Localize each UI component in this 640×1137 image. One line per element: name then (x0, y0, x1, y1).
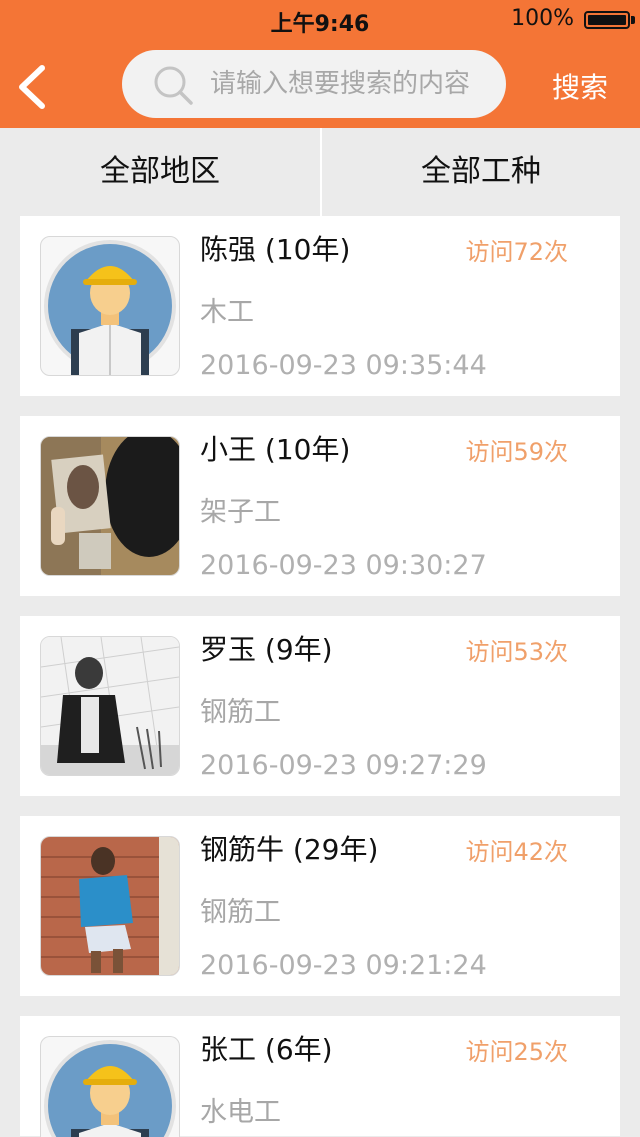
visit-count: 访问59次 (465, 438, 568, 466)
worker-name: 陈强 (10年) (200, 233, 351, 266)
search-icon (154, 66, 193, 105)
worker-trade: 钢筋工 (200, 697, 281, 728)
worker-avatar-icon (44, 240, 176, 375)
top-bar: 上午9:46 100% 搜索 (0, 0, 640, 128)
battery-icon (584, 11, 630, 29)
avatar (40, 1036, 180, 1137)
timestamp: 2016-09-23 09:27:29 (200, 750, 487, 781)
visit-count: 访问42次 (465, 838, 568, 866)
search-box[interactable] (122, 50, 506, 118)
visit-count: 访问53次 (465, 638, 568, 666)
photo-avatar-icon (41, 437, 179, 575)
worker-card[interactable]: 罗玉 (9年) 访问53次 钢筋工 2016-09-23 09:27:29 (20, 616, 620, 796)
back-button[interactable] (14, 62, 54, 112)
avatar (40, 436, 180, 576)
worker-trade: 钢筋工 (200, 897, 281, 928)
filter-bar: 全部地区 全部工种 (0, 128, 640, 216)
worker-card[interactable]: 张工 (6年) 访问25次 水电工 (20, 1016, 620, 1137)
chevron-left-icon (19, 65, 45, 109)
worker-name: 罗玉 (9年) (200, 633, 333, 666)
timestamp: 2016-09-23 09:35:44 (200, 350, 487, 381)
worker-card[interactable]: 钢筋牛 (29年) 访问42次 钢筋工 2016-09-23 09:21:24 (20, 816, 620, 996)
visit-count: 访问72次 (465, 238, 568, 266)
worker-trade: 架子工 (200, 497, 281, 528)
worker-card[interactable]: 陈强 (10年) 访问72次 木工 2016-09-23 09:35:44 (20, 216, 620, 396)
search-button[interactable]: 搜索 (552, 66, 608, 106)
region-filter[interactable]: 全部地区 (0, 128, 320, 216)
battery-tip (631, 16, 635, 24)
trade-filter[interactable]: 全部工种 (322, 128, 640, 216)
worker-trade: 水电工 (200, 1097, 281, 1128)
avatar (40, 636, 180, 776)
search-input[interactable] (210, 50, 500, 118)
avatar (40, 836, 180, 976)
photo-avatar-icon (41, 637, 179, 775)
timestamp: 2016-09-23 09:21:24 (200, 950, 487, 981)
worker-trade: 木工 (200, 297, 254, 328)
worker-name: 钢筋牛 (29年) (200, 833, 379, 866)
worker-name: 小王 (10年) (200, 433, 351, 466)
worker-card[interactable]: 小王 (10年) 访问59次 架子工 2016-09-23 09:30:27 (20, 416, 620, 596)
worker-name: 张工 (6年) (200, 1033, 333, 1066)
photo-avatar-icon (41, 837, 179, 975)
battery-percent: 100% (511, 6, 574, 31)
status-bar: 上午9:46 100% (0, 0, 640, 40)
visit-count: 访问25次 (465, 1038, 568, 1066)
worker-avatar-icon (44, 1040, 176, 1137)
timestamp: 2016-09-23 09:30:27 (200, 550, 487, 581)
avatar (40, 236, 180, 376)
